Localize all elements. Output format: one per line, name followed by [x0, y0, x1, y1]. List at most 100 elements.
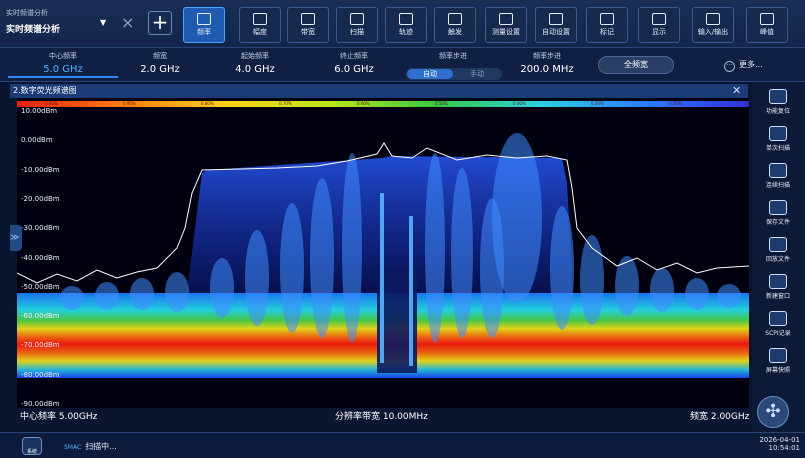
folder-icon	[769, 237, 787, 252]
right-panel-label: 功能复位	[765, 108, 790, 115]
sidelobe	[245, 230, 269, 326]
param-center-freq[interactable]: 中心频率 5.0 GHz	[8, 51, 118, 78]
toolbar-button-8[interactable]: 标记	[586, 7, 628, 43]
measure-setup-icon	[499, 13, 513, 25]
toolbar-button-label: 测量设置	[492, 28, 520, 36]
sidelobe	[165, 272, 189, 312]
sidelobe	[425, 153, 445, 343]
right-panel-label: 保存文件	[765, 219, 790, 226]
right-panel-label: 单次扫描	[765, 145, 790, 152]
toolbar-button-0[interactable]: 频率	[183, 7, 225, 43]
peak-icon	[760, 13, 774, 25]
toolbar-button-label: 峰值	[760, 28, 774, 36]
right-panel-button-2[interactable]: 连续扫描	[757, 161, 799, 194]
y-axis-label: -40.00dBm	[21, 253, 60, 262]
right-panel-button-7[interactable]: 屏幕快照	[757, 346, 799, 379]
sidelobe	[685, 278, 709, 310]
right-panel-button-3[interactable]: 保存文件	[757, 198, 799, 231]
spectrum-graph	[17, 133, 749, 378]
right-panel-button-0[interactable]: 功能复位	[757, 87, 799, 120]
more-button[interactable]: ··· 更多...	[724, 59, 763, 72]
right-panel-button-6[interactable]: SCPI记录	[757, 309, 799, 342]
full-span-button[interactable]: 全频宽	[598, 56, 674, 74]
mode-subtitle: 实时频谱分析	[6, 9, 48, 17]
side-expand-tab[interactable]: ≫	[10, 225, 22, 251]
stop-freq-label: 终止频率	[340, 52, 368, 60]
more-label: 更多...	[739, 60, 763, 69]
footer-rbw: 分辨率带宽 10.00MHz	[335, 412, 428, 422]
scan-status-text: 扫描中...	[85, 442, 117, 451]
status-bar: 系统 SMAC 扫描中... 2026-04-01 10:54:01	[0, 432, 805, 458]
toolbar-button-11[interactable]: 峰值	[746, 7, 788, 43]
trace-icon	[399, 13, 413, 25]
right-panel-label: 屏幕快照	[765, 367, 790, 374]
sidelobe	[310, 178, 334, 338]
y-axis-label: -60.00dBm	[21, 312, 60, 321]
sidelobe	[210, 258, 234, 318]
freq-step-value-label: 频率步进	[533, 52, 561, 60]
toolbar-button-label: 轨迹	[399, 28, 413, 36]
param-stop-freq[interactable]: 终止频率 6.0 GHz	[299, 51, 409, 75]
sweep-icon	[350, 13, 364, 25]
freq-step-value[interactable]: 200.0 MHz	[492, 64, 602, 75]
toolbar-button-label: 输入/输出	[697, 28, 729, 36]
sidelobe	[451, 168, 473, 338]
footer-span: 频宽 2.00GHz	[690, 412, 750, 422]
bandwidth-icon	[301, 13, 315, 25]
param-start-freq[interactable]: 起始频率 4.0 GHz	[200, 51, 310, 75]
toolbar-button-label: 自动设置	[542, 28, 570, 36]
param-span[interactable]: 频宽 2.0 GHz	[105, 51, 215, 75]
input-output-icon	[706, 13, 720, 25]
continuous-sweep-icon	[769, 163, 787, 178]
right-panel-button-4[interactable]: 回放文件	[757, 235, 799, 268]
center-freq-value[interactable]: 5.0 GHz	[8, 64, 118, 78]
clock: 2026-04-01 10:54:01	[745, 436, 800, 452]
toolbar-button-label: 扫描	[350, 28, 364, 36]
start-freq-value[interactable]: 4.0 GHz	[200, 64, 310, 75]
chevron-down-icon[interactable]: ▼	[100, 18, 106, 27]
save-icon	[769, 200, 787, 215]
param-freq-step-value[interactable]: 频率步进 200.0 MHz	[492, 51, 602, 75]
right-panel-button-5[interactable]: 新建窗口	[757, 272, 799, 305]
toolbar-button-10[interactable]: 输入/输出	[692, 7, 734, 43]
toolbar-button-7[interactable]: 自动设置	[535, 7, 577, 43]
right-panel-label: 回放文件	[765, 256, 790, 263]
toolbar-button-5[interactable]: 触发	[434, 7, 476, 43]
toolbar-button-6[interactable]: 测量设置	[485, 7, 527, 43]
scan-status: SMAC 扫描中...	[64, 441, 117, 452]
system-button[interactable]: 系统	[22, 437, 42, 455]
right-panel-label: SCPI记录	[765, 330, 791, 337]
tools-wheel-button[interactable]: ✣	[757, 396, 789, 428]
toolbar-button-label: 标记	[600, 28, 614, 36]
frequency-icon	[197, 13, 211, 25]
span-label: 频宽	[153, 52, 167, 60]
right-function-panel: 功能复位单次扫描连续扫描保存文件回放文件新建窗口 SCPI记录 屏幕快照	[752, 82, 805, 432]
right-panel-label: 新建窗口	[765, 293, 790, 300]
y-axis-label: 0.00dBm	[21, 136, 53, 145]
clock-date: 2026-04-01	[759, 436, 800, 444]
auto-setup-icon	[549, 13, 563, 25]
dpx-spectrum-plot[interactable]: 1.00% 0.95% 0.80% 0.70% 0.60% 0.50% 0.40% 0.30%…	[17, 98, 749, 408]
toolbar-button-9[interactable]: 显示	[638, 7, 680, 43]
freq-step-manual-option[interactable]: 手动	[454, 69, 500, 79]
parameter-strip: 中心频率 5.0 GHz 频宽 2.0 GHz 起始频率 4.0 GHz 终止频…	[0, 48, 805, 82]
stop-freq-value[interactable]: 6.0 GHz	[299, 64, 409, 75]
right-panel-button-1[interactable]: 单次扫描	[757, 124, 799, 157]
amplitude-icon	[253, 13, 267, 25]
toolbar-button-3[interactable]: 扫描	[336, 7, 378, 43]
toolbar-button-4[interactable]: 轨迹	[385, 7, 427, 43]
freq-step-toggle[interactable]: 自动 手动	[406, 68, 502, 80]
window-close-icon[interactable]: ✕	[732, 84, 741, 98]
start-freq-label: 起始频率	[241, 52, 269, 60]
more-icon: ···	[724, 61, 735, 72]
y-axis-label: -20.00dBm	[21, 194, 60, 203]
span-value[interactable]: 2.0 GHz	[105, 64, 215, 75]
toolbar-button-label: 带宽	[301, 28, 315, 36]
toolbar-button-2[interactable]: 带宽	[287, 7, 329, 43]
freq-step-auto-option[interactable]: 自动	[407, 69, 453, 79]
new-window-icon	[769, 274, 787, 289]
add-mode-button[interactable]: +	[148, 11, 172, 35]
toolbar-button-1[interactable]: 幅度	[239, 7, 281, 43]
toolbar-button-label: 触发	[448, 28, 462, 36]
close-mode-icon[interactable]: ×	[121, 13, 134, 32]
